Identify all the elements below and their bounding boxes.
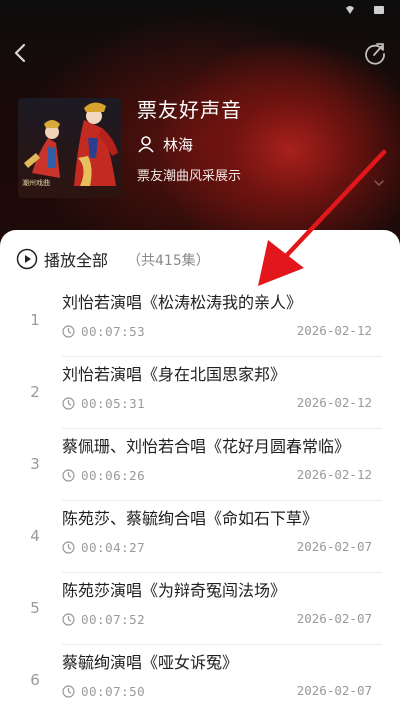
author-name: 林海 [163,135,194,154]
share-button[interactable] [362,40,388,66]
back-button[interactable] [8,40,34,66]
clock-icon [62,612,75,626]
track-row[interactable]: 1 刘怡若演唱《松涛松涛我的亲人》 00:07:53 2026-02-12 [0,285,400,357]
track-duration: 00:07:52 [81,611,146,627]
album-header: 潮州戏曲 票友好声音 林海 票友潮曲风采展示 [0,0,400,250]
track-duration: 00:06:26 [81,467,146,483]
track-meta: 00:05:31 [62,395,145,411]
track-title: 陈苑莎演唱《为辩奇冤闯法场》 [62,581,287,600]
album-description: 票友潮曲风采展示 [137,169,242,184]
track-index: 6 [30,671,40,689]
track-meta: 00:07:53 [62,323,145,339]
track-meta: 00:07:52 [62,611,145,627]
chevron-down-icon [374,180,384,187]
play-circle-icon [16,248,38,270]
track-date: 2026-02-07 [296,611,372,626]
chevron-left-icon [14,43,26,63]
share-refresh-icon [365,43,385,65]
track-row[interactable]: 6 蔡毓绚演唱《哑女诉冤》 00:07:50 2026-02-07 [0,645,400,710]
clock-icon [62,468,75,482]
track-title: 陈苑莎、蔡毓绚合唱《命如石下草》 [62,509,319,528]
track-meta: 00:06:26 [62,467,145,483]
play-all-label: 播放全部 [44,251,109,270]
track-meta: 00:07:50 [62,683,145,699]
track-index: 2 [30,383,40,401]
album-title: 票友好声音 [137,98,242,122]
track-index: 1 [30,311,40,329]
track-title: 刘怡若演唱《身在北国思家邦》 [62,365,287,384]
track-duration: 00:07:53 [81,323,146,339]
track-row[interactable]: 2 刘怡若演唱《身在北国思家邦》 00:05:31 2026-02-12 [0,357,400,429]
track-index: 4 [30,527,40,545]
track-date: 2026-02-07 [296,539,372,554]
track-row[interactable]: 5 陈苑莎演唱《为辩奇冤闯法场》 00:07:52 2026-02-07 [0,573,400,645]
track-date: 2026-02-12 [296,323,372,338]
track-index: 3 [30,455,40,473]
clock-icon [62,684,75,698]
track-meta: 00:04:27 [62,539,145,555]
author-row[interactable]: 林海 [137,133,193,155]
track-title: 蔡佩珊、刘怡若合唱《花好月圆春常临》 [62,437,351,456]
album-cover[interactable]: 潮州戏曲 [18,98,121,198]
track-date: 2026-02-12 [296,395,372,410]
track-date: 2026-02-12 [296,467,372,482]
track-row[interactable]: 3 蔡佩珊、刘怡若合唱《花好月圆春常临》 00:06:26 2026-02-12 [0,429,400,501]
status-icons [346,6,384,14]
episode-count: （共415集） [127,253,210,269]
clock-icon [62,396,75,410]
clock-icon [62,540,75,554]
track-duration: 00:04:27 [81,539,146,555]
user-icon [138,136,154,153]
track-row[interactable]: 4 陈苑莎、蔡毓绚合唱《命如石下草》 00:04:27 2026-02-07 [0,501,400,573]
track-date: 2026-02-07 [296,683,372,698]
track-title: 蔡毓绚演唱《哑女诉冤》 [62,653,239,672]
track-index: 5 [30,599,40,617]
cover-watermark: 潮州戏曲 [22,179,50,187]
play-all-button[interactable]: 播放全部 [16,247,108,271]
expand-description-button[interactable] [373,174,385,187]
track-duration: 00:07:50 [81,683,146,699]
status-bar [346,4,386,19]
track-title: 刘怡若演唱《松涛松涛我的亲人》 [62,293,303,312]
playlist-panel: 播放全部 （共415集） 1 刘怡若演唱《松涛松涛我的亲人》 00:07:53 202… [0,230,400,710]
track-duration: 00:05:31 [81,395,146,411]
clock-icon [62,324,75,338]
